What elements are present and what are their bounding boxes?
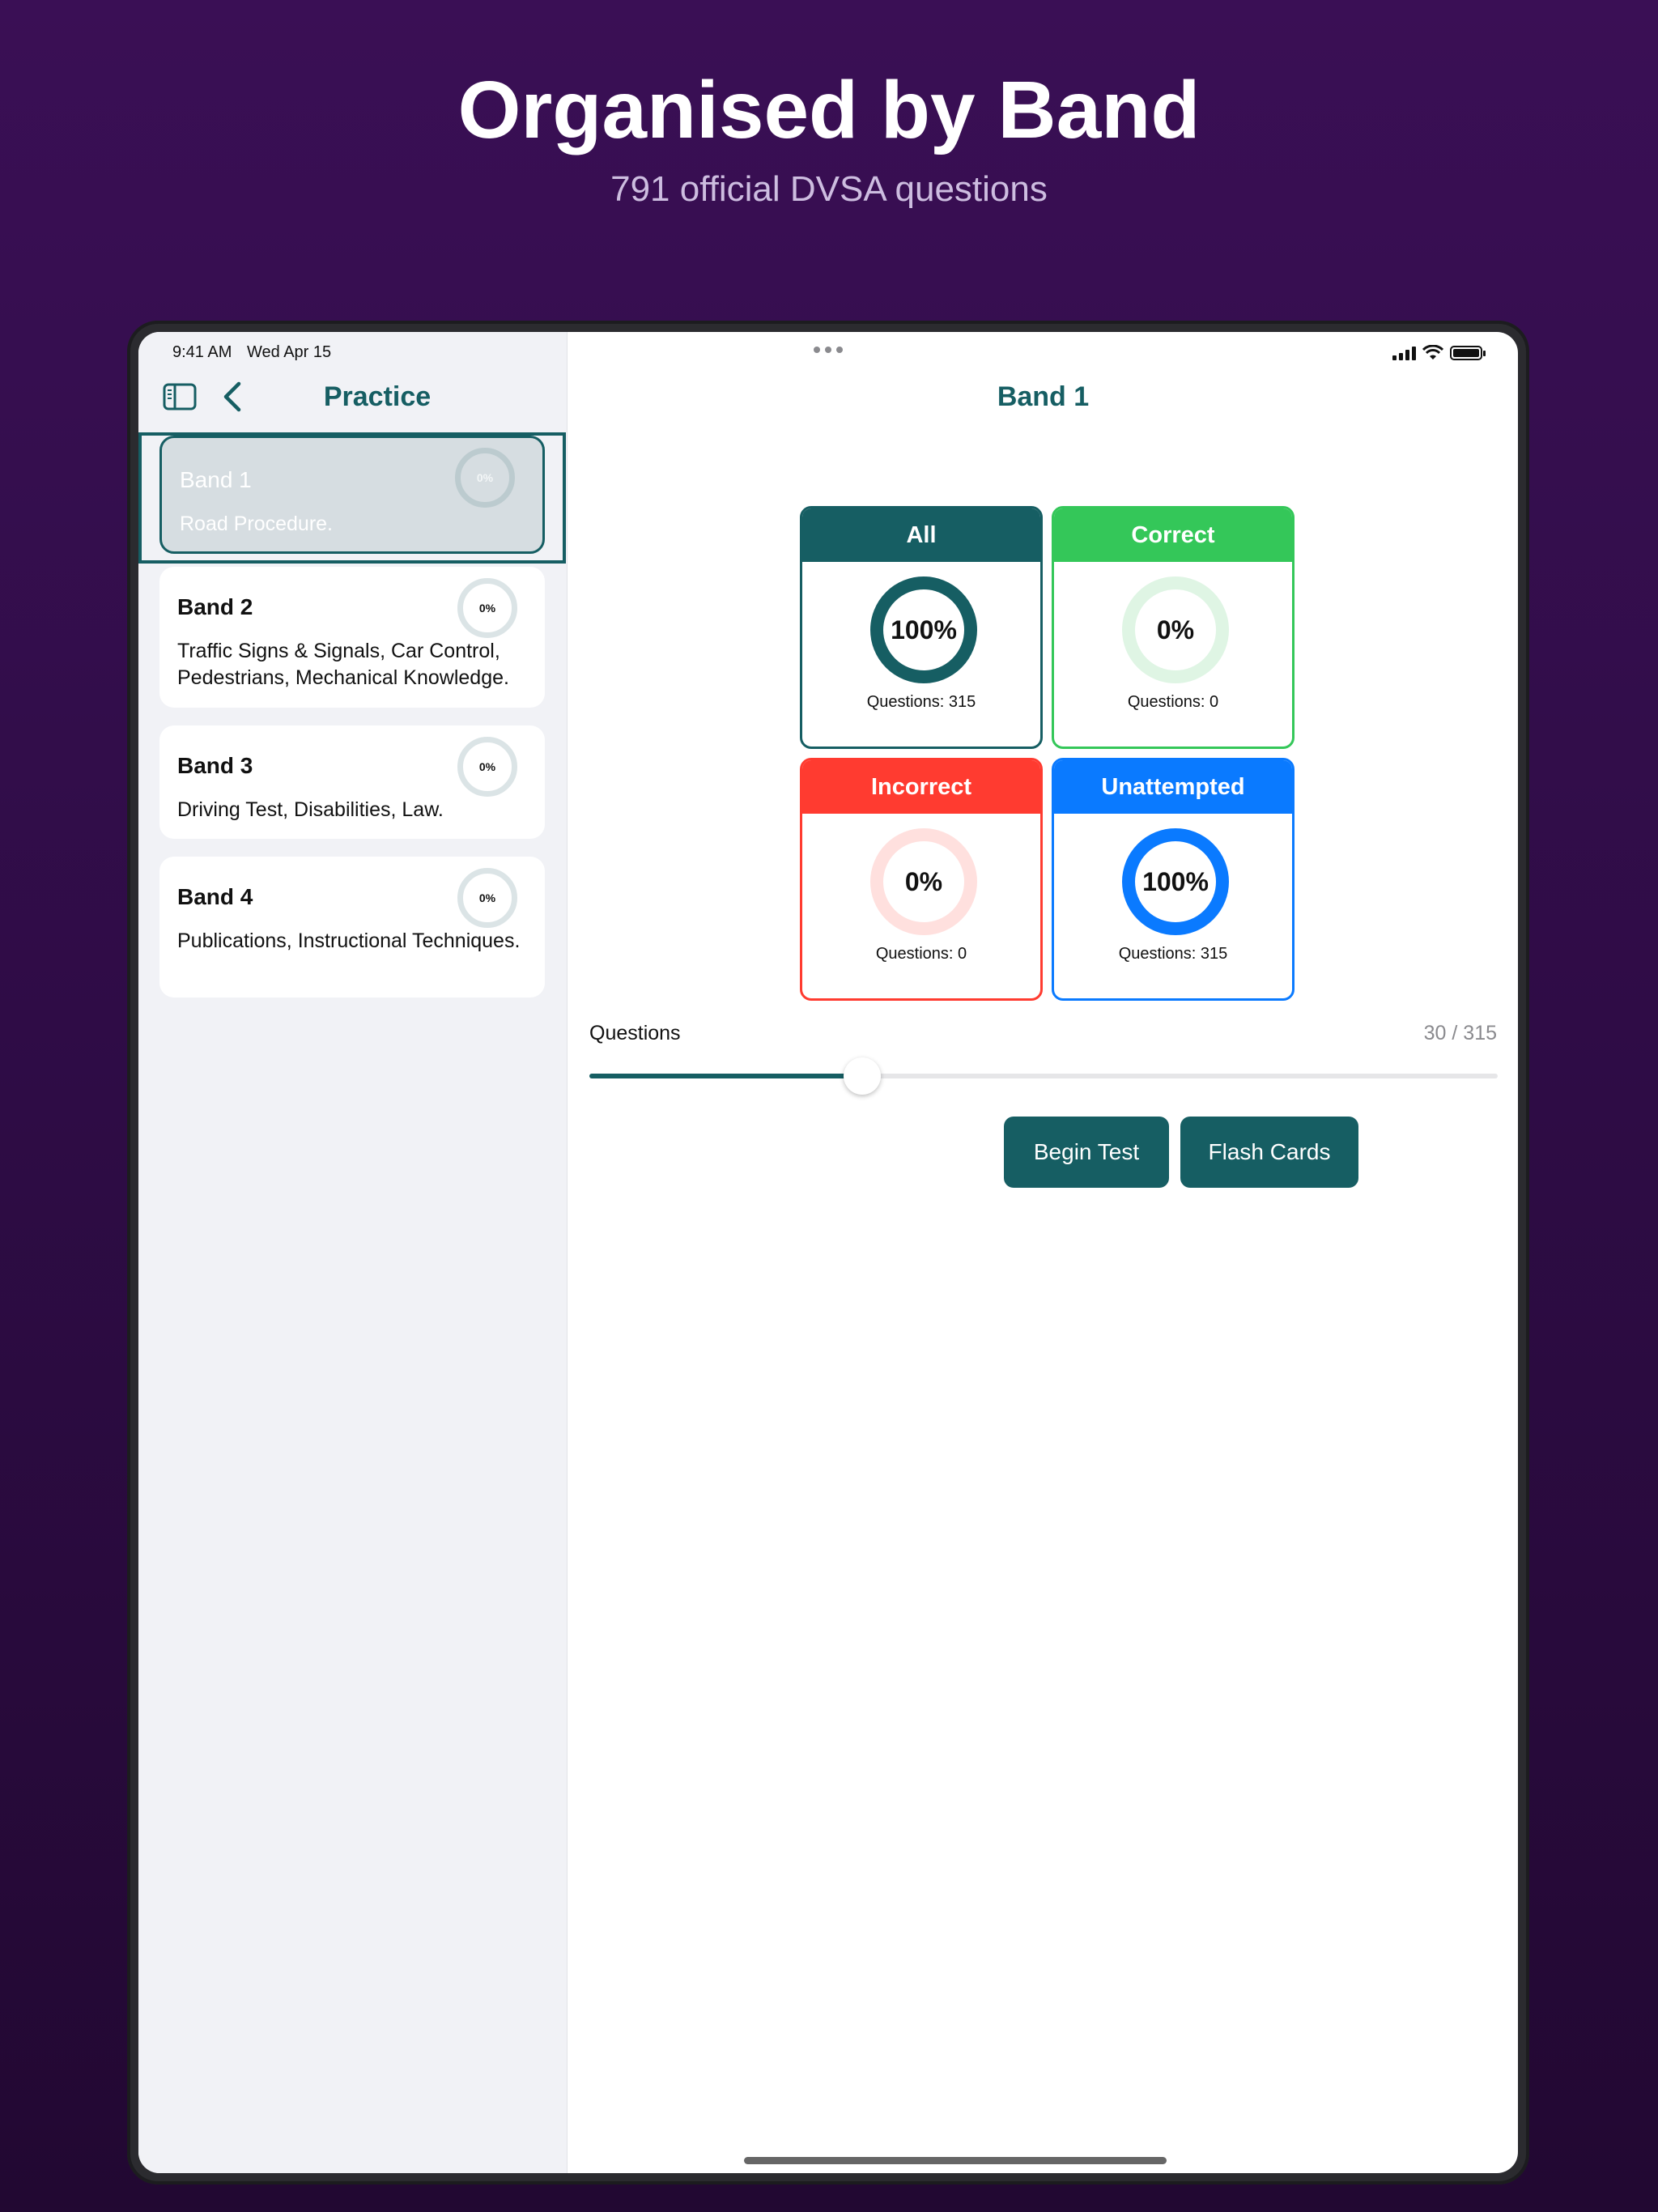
stat-count: Questions: 0: [1127, 693, 1219, 711]
band-progress-ring: 0%: [457, 578, 517, 638]
multitasking-dots-icon[interactable]: [814, 347, 843, 353]
band-item-4[interactable]: Band 4 Publications, Instructional Techn…: [159, 857, 545, 998]
slider-fill: [589, 1074, 862, 1078]
band-progress-label: 0%: [478, 891, 496, 904]
band-progress-ring: 0%: [455, 448, 515, 508]
detail-pane: Band 1 All 100% Questions: 315 Correct 0…: [568, 332, 1518, 2173]
sidebar-toggle-icon[interactable]: [163, 382, 197, 411]
stat-header: Unattempted: [1054, 760, 1292, 814]
band-item-3[interactable]: Band 3 Driving Test, Disabilities, Law. …: [159, 725, 545, 839]
status-date: Wed Apr 15: [247, 343, 332, 361]
stat-count: Questions: 315: [866, 693, 976, 711]
status-time: 9:41 AM: [172, 343, 232, 361]
band-progress-label: 0%: [476, 471, 494, 484]
band-description: Road Procedure.: [180, 513, 334, 535]
band-title: Band 1: [180, 467, 252, 492]
stat-count: Questions: 0: [875, 945, 967, 963]
band-progress-ring: 0%: [457, 868, 517, 928]
stat-percent: 0%: [904, 866, 943, 896]
band-item-2[interactable]: Band 2 Traffic Signs & Signals, Car Cont…: [159, 567, 545, 708]
band-title: Band 3: [177, 753, 253, 778]
band-item-1[interactable]: Band 1 Road Procedure. 0%: [159, 436, 545, 554]
band-description: Driving Test, Disabilities, Law.: [177, 798, 444, 821]
band-description: Publications, Instructional Techniques.: [177, 929, 521, 952]
band-title: Band 4: [177, 884, 253, 909]
stat-card-unattempted[interactable]: Unattempted 100% Questions: 315: [1052, 758, 1295, 1001]
stat-percent: 0%: [1156, 615, 1195, 644]
hero-title: Organised by Band: [457, 65, 1201, 155]
stat-card-correct[interactable]: Correct 0% Questions: 0: [1052, 506, 1295, 749]
band-progress-label: 0%: [478, 760, 496, 773]
stat-ring: 100%: [1122, 828, 1229, 935]
stat-count: Questions: 315: [1118, 945, 1228, 963]
band-progress-label: 0%: [478, 602, 496, 615]
stat-percent: 100%: [891, 615, 957, 644]
sidebar-title: Practice: [323, 381, 432, 412]
stat-ring: 0%: [870, 828, 977, 935]
stat-ring: 100%: [870, 576, 977, 683]
ipad-frame: 9:41 AM Wed Apr 15 Practice Band 1 Road …: [127, 321, 1529, 2184]
stat-card-all[interactable]: All 100% Questions: 315: [800, 506, 1043, 749]
hero-subtitle: 791 official DVSA questions: [610, 169, 1048, 209]
sidebar: 9:41 AM Wed Apr 15 Practice Band 1 Road …: [138, 332, 568, 2173]
page-title: Band 1: [997, 381, 1090, 412]
back-chevron-icon[interactable]: [219, 381, 249, 413]
stat-header: Correct: [1054, 508, 1292, 562]
stat-percent: 100%: [1142, 866, 1209, 896]
band-description: Traffic Signs & Signals, Car Control, Pe…: [177, 640, 509, 689]
band-progress-ring: 0%: [457, 737, 517, 797]
stat-header: All: [802, 508, 1040, 562]
stat-card-incorrect[interactable]: Incorrect 0% Questions: 0: [800, 758, 1043, 1001]
status-icons: [1392, 343, 1486, 363]
band-title: Band 2: [177, 594, 253, 619]
signal-icon: [1392, 346, 1416, 360]
questions-value: 30 / 315: [1423, 1022, 1497, 1044]
home-indicator[interactable]: [744, 2157, 1167, 2164]
slider-thumb[interactable]: [843, 1057, 881, 1095]
questions-slider[interactable]: [589, 1057, 1498, 1095]
stat-header: Incorrect: [802, 760, 1040, 814]
begin-test-button[interactable]: Begin Test: [1004, 1117, 1169, 1188]
wifi-icon: [1422, 345, 1443, 359]
battery-icon: [1450, 346, 1486, 360]
flash-cards-button[interactable]: Flash Cards: [1180, 1117, 1358, 1188]
app-screen: 9:41 AM Wed Apr 15 Practice Band 1 Road …: [138, 332, 1518, 2173]
questions-label: Questions: [589, 1022, 681, 1044]
stat-ring: 0%: [1122, 576, 1229, 683]
